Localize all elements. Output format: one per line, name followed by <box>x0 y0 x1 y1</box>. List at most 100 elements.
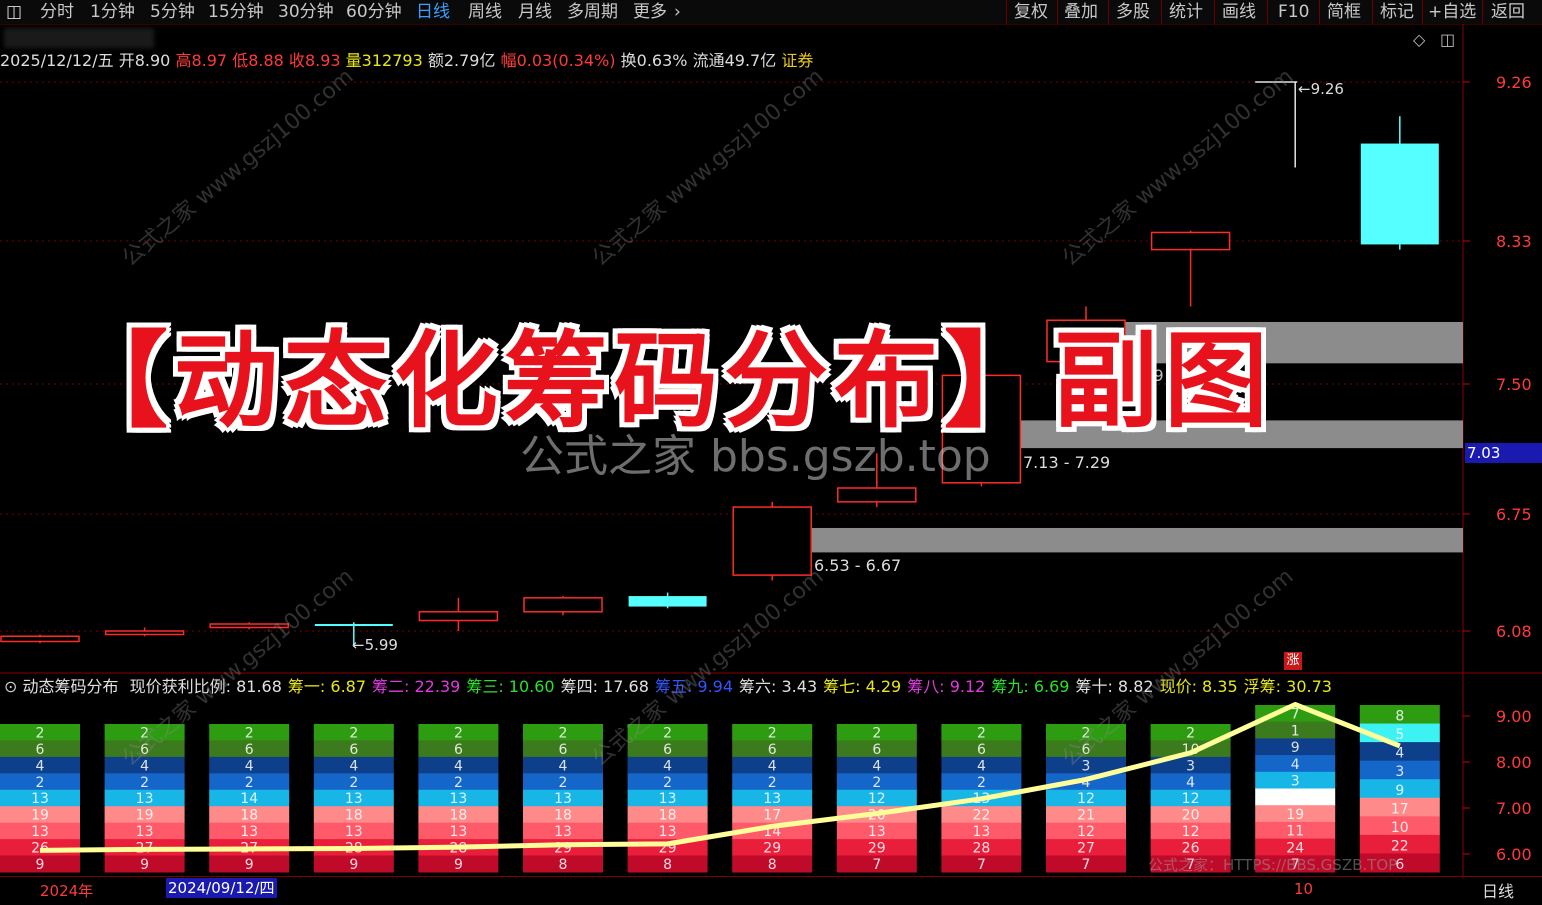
chip-zone <box>811 527 1463 553</box>
diag-watermark: 公式之家 www.gszj100.com <box>587 564 829 772</box>
chip-cell <box>836 740 917 758</box>
quote-date: 2025/12/12/五 <box>0 51 114 70</box>
high-mark-value: 9.26 <box>1310 80 1344 98</box>
chip-cell-value: 2 <box>872 775 881 791</box>
btn-mark[interactable]: 标记 <box>1380 1 1414 23</box>
chip-cell <box>313 806 394 824</box>
chip-cell <box>732 756 813 774</box>
quote-range: 0.03(0.34%) <box>516 51 616 70</box>
chip-cell-value: 9 <box>1395 783 1404 799</box>
tab-more[interactable]: 更多 <box>633 1 667 23</box>
tab-30min[interactable]: 30分钟 <box>278 1 334 23</box>
chip-cell-value: 2 <box>559 775 568 791</box>
diamond-icon[interactable]: ◇ <box>1413 30 1425 49</box>
chip-cell <box>732 839 813 857</box>
candle-body <box>1360 143 1439 245</box>
chip-cell <box>209 822 290 840</box>
btn-stats[interactable]: 统计 <box>1169 1 1203 23</box>
chip-cell <box>836 773 917 791</box>
chip-cell-value: 4 <box>454 758 463 774</box>
time-axis-footer: 2024年 2024/09/12/四 10 日线 <box>0 876 1542 905</box>
quote-volume: 312793 <box>361 51 423 70</box>
btn-back[interactable]: 返回 <box>1491 1 1525 23</box>
chip-cell <box>1255 705 1336 723</box>
quote-turnover: 0.63% <box>636 51 688 70</box>
chip-cell-value: 29 <box>868 841 886 857</box>
year-label: 2024年 <box>40 882 94 900</box>
diag-watermark: 公式之家 www.gszj100.com <box>1057 64 1299 272</box>
chip-cell <box>313 773 394 791</box>
btn-fuquan[interactable]: 复权 <box>1014 1 1048 23</box>
chip-cell <box>523 773 603 791</box>
legend-item: 筹三: 10.60 <box>466 677 555 696</box>
btn-draw[interactable]: 画线 <box>1222 1 1256 23</box>
chip-cell <box>1359 834 1440 854</box>
chip-cell <box>313 740 394 758</box>
btn-f10[interactable]: F10 <box>1278 1 1309 23</box>
chip-cell-value: 4 <box>1186 775 1195 791</box>
legend-item: 筹四: 17.68 <box>560 677 649 696</box>
chip-cell-value: 12 <box>1182 791 1200 807</box>
chip-cell <box>836 839 917 857</box>
chip-cell <box>1150 756 1231 774</box>
tab-60min[interactable]: 60分钟 <box>346 1 402 23</box>
chip-cell <box>418 773 499 791</box>
tab-monthly[interactable]: 月线 <box>518 1 552 23</box>
quote-float: 49.7亿 <box>724 51 777 70</box>
chip-cell <box>209 789 290 807</box>
chip-cell <box>0 756 80 774</box>
chevron-right-icon[interactable]: › <box>674 1 681 23</box>
chip-cell-value: 4 <box>1395 746 1404 762</box>
chip-cell-value: 1 <box>1291 723 1300 739</box>
tab-multi-period[interactable]: 多周期 <box>567 1 618 23</box>
chip-cell-value: 7 <box>872 857 881 873</box>
period-button[interactable]: 日线 <box>1482 878 1514 902</box>
tab-1min[interactable]: 1分钟 <box>90 1 135 23</box>
chip-cell-value: 18 <box>554 808 572 824</box>
btn-overlay[interactable]: 叠加 <box>1064 1 1098 23</box>
tab-fenshi[interactable]: 分时 <box>40 1 74 23</box>
legend-item: 浮筹: 30.73 <box>1243 677 1332 696</box>
tab-daily[interactable]: 日线 <box>416 1 450 23</box>
chip-cell-value: 6 <box>245 742 254 758</box>
chip-cell-value: 7 <box>1082 857 1091 873</box>
btn-add-watchlist[interactable]: +自选 <box>1428 1 1476 23</box>
chip-cell <box>732 789 813 807</box>
chip-cell-value: 2 <box>768 775 777 791</box>
chip-cell-value: 11 <box>1286 824 1304 840</box>
chip-cell <box>104 789 185 807</box>
legend-item: 筹一: 6.87 <box>287 677 367 696</box>
collapse-icon[interactable]: ⊙ <box>0 677 17 696</box>
chip-cell-value: 29 <box>763 841 781 857</box>
price-tick-label: 8.33 <box>1496 232 1532 251</box>
high-mark-label: ←9.26 <box>1298 80 1344 98</box>
chip-cell <box>1255 721 1336 739</box>
diag-watermark: 公式之家 www.gszj100.com <box>117 564 359 772</box>
indicator-name[interactable]: 动态筹码分布 <box>23 677 119 696</box>
quote-volume-label: 量 <box>345 51 362 70</box>
chip-cell <box>418 822 499 840</box>
btn-multi-stock[interactable]: 多股 <box>1116 1 1150 23</box>
chip-cell <box>418 789 499 807</box>
chip-cell <box>1359 742 1440 762</box>
chip-cell <box>836 806 917 824</box>
tab-15min[interactable]: 15分钟 <box>208 1 264 23</box>
chip-cell-value: 20 <box>1182 808 1200 824</box>
chip-cell-value: 2 <box>349 775 358 791</box>
candle-body <box>314 624 393 627</box>
btn-simple-frame[interactable]: 简框 <box>1327 1 1361 23</box>
chip-cell-value: 4 <box>1082 775 1091 791</box>
chip-cell <box>1046 773 1126 791</box>
tab-5min[interactable]: 5分钟 <box>150 1 195 23</box>
chip-cell-value: 22 <box>972 808 990 824</box>
chip-cell-value: 2 <box>36 775 45 791</box>
menu-icon[interactable]: ◫ <box>6 1 26 23</box>
window-toggle-icon[interactable]: ◫ <box>1440 30 1455 49</box>
chip-cell-value: 9 <box>245 857 254 873</box>
chip-cell-value: 9 <box>349 857 358 873</box>
tab-weekly[interactable]: 周线 <box>468 1 502 23</box>
chip-cell <box>1359 816 1440 836</box>
chip-cell <box>1255 738 1336 756</box>
quote-amount: 2.79亿 <box>443 51 496 70</box>
chip-cell-value: 20 <box>868 808 886 824</box>
